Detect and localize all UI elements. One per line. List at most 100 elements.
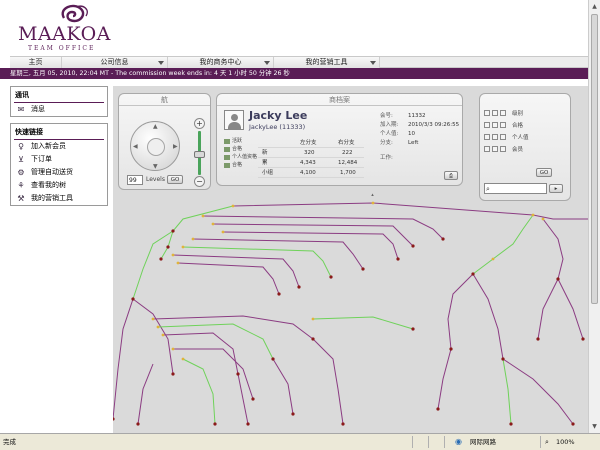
sidebar-item-label: 加入新会员 xyxy=(31,142,66,150)
volume-table: 左分支 右分支 新 320 222 累 4,343 12,484 小组 4,10… xyxy=(258,138,364,178)
zoom-slider-thumb[interactable] xyxy=(194,151,205,158)
zoom-out-button[interactable]: − xyxy=(194,176,205,187)
profile-panel: 商档案 Jacky Lee JackyLee (11333) 活跃 合格 个人值… xyxy=(216,93,463,186)
levels-label: Levels xyxy=(146,176,165,183)
filter-checkbox[interactable] xyxy=(484,134,490,140)
row-right: 1,700 xyxy=(340,170,356,176)
sidebar-item-add-member[interactable]: ♀ 加入新会员 xyxy=(11,140,107,153)
zoom-in-button[interactable]: + xyxy=(194,118,205,129)
levels-input[interactable]: 99 xyxy=(127,175,143,185)
filter-checkbox[interactable] xyxy=(492,122,498,128)
maakoa-logo[interactable]: MAAKOA TEAM OFFICE xyxy=(18,4,128,52)
filter-go-button[interactable]: GO xyxy=(536,168,552,177)
sidebar: 通讯 ✉ 消息 快速链接 ♀ 加入新会员 ⊻ 下订单 ⚙ 管理自动送货 ⚘ 查看… xyxy=(10,86,108,212)
search-go-button[interactable]: ▸ xyxy=(549,184,563,193)
pan-left-icon[interactable]: ◀ xyxy=(133,143,138,150)
chevron-down-icon xyxy=(158,61,164,65)
pan-control[interactable]: ▲ ▼ ◀ ▶ xyxy=(130,121,180,171)
levels-go-button[interactable]: GO xyxy=(167,175,183,184)
printer-icon[interactable]: ⎙ xyxy=(444,171,458,180)
divider xyxy=(444,436,445,448)
row-left: 320 xyxy=(304,150,315,156)
genealogy-tree[interactable] xyxy=(113,199,588,433)
filter-checkbox[interactable] xyxy=(484,110,490,116)
filter-panel: 级别 合格 个人值 会员 GO ⌕ ▸ xyxy=(479,93,571,201)
info-value: Left xyxy=(408,140,419,146)
filter-label: 个人值 xyxy=(512,135,529,141)
legend-label: 个人值资格 xyxy=(232,154,258,160)
scrollbar-thumb[interactable] xyxy=(591,14,598,304)
navigation-panel: 航 ▲ ▼ ◀ ▶ + − 99 Levels GO xyxy=(118,93,211,190)
sidebar-item-messages[interactable]: ✉ 消息 xyxy=(11,103,107,116)
row-right: 222 xyxy=(342,150,353,156)
sidebar-item-label: 管理自动送货 xyxy=(31,168,73,176)
chevron-down-icon xyxy=(264,61,270,65)
pan-center-button[interactable] xyxy=(147,138,165,156)
member-name: Jacky Lee xyxy=(249,109,308,122)
cart-icon: ⊻ xyxy=(18,155,24,164)
svg-text:TEAM OFFICE: TEAM OFFICE xyxy=(28,45,95,52)
info-value: 11332 xyxy=(408,113,426,119)
gear-icon: ⚙ xyxy=(17,168,25,177)
sidebar-item-marketing-tools[interactable]: ⚒ 我的营销工具 xyxy=(11,192,107,205)
pan-down-icon[interactable]: ▼ xyxy=(153,163,158,170)
tree-canvas[interactable] xyxy=(113,199,588,433)
info-row-join-date: 加入期: 2010/3/3 09:26:55 xyxy=(380,121,459,130)
sidebar-item-view-tree[interactable]: ⚘ 查看我的树 xyxy=(11,179,107,192)
nav-home[interactable]: 主页 xyxy=(10,57,62,68)
filter-label: 合格 xyxy=(512,123,524,129)
legend-qualified: 合格 xyxy=(224,146,242,153)
filter-checkbox[interactable] xyxy=(492,110,498,116)
legend-swatch xyxy=(224,155,230,160)
info-label: 加入期: xyxy=(380,122,399,128)
quick-links-box: 快速链接 ♀ 加入新会员 ⊻ 下订单 ⚙ 管理自动送货 ⚘ 查看我的树 ⚒ 我的… xyxy=(10,123,108,206)
quick-links-title: 快速链接 xyxy=(15,128,43,136)
filter-checkbox[interactable] xyxy=(484,122,490,128)
zoom-control: + − xyxy=(194,118,206,188)
collapse-icon[interactable]: ▴ xyxy=(369,193,376,198)
vertical-scrollbar[interactable]: ▲ ▼ xyxy=(588,0,600,433)
legend-swatch xyxy=(224,163,230,168)
genealogy-viewer: 航 ▲ ▼ ◀ ▶ + − 99 Levels GO 商档案 Jacky Lee… xyxy=(113,86,588,433)
row-label: 新 xyxy=(262,150,268,156)
divider xyxy=(412,436,413,448)
sidebar-item-label: 下订单 xyxy=(31,155,52,163)
sidebar-item-autoship[interactable]: ⚙ 管理自动送货 xyxy=(11,166,107,179)
nav-company-info-label: 公司信息 xyxy=(100,58,129,66)
tools-icon: ⚒ xyxy=(17,194,25,203)
notice-box-title: 通讯 xyxy=(15,91,29,99)
info-label: 会号: xyxy=(380,113,393,119)
pan-right-icon[interactable]: ▶ xyxy=(173,143,178,150)
filter-checkbox[interactable] xyxy=(500,146,506,152)
table-row: 小组 4,100 1,700 xyxy=(258,168,364,178)
divider xyxy=(540,436,541,448)
legend-swatch xyxy=(224,147,230,152)
pan-up-icon[interactable]: ▲ xyxy=(153,123,158,130)
chevron-down-icon xyxy=(370,61,376,65)
scroll-up-icon[interactable]: ▲ xyxy=(590,1,599,12)
scroll-down-icon[interactable]: ▼ xyxy=(590,421,599,432)
filter-checkbox[interactable] xyxy=(484,146,490,152)
search-icon: ⌕ xyxy=(486,185,490,193)
filter-checkbox[interactable] xyxy=(500,122,506,128)
search-input[interactable]: ⌕ xyxy=(484,183,547,194)
info-row-id: 会号: 11332 xyxy=(380,112,459,121)
status-text: 完成 xyxy=(3,438,16,446)
nav-business-center[interactable]: 我的商务中心 xyxy=(168,57,274,68)
member-info: 会号: 11332 加入期: 2010/3/3 09:26:55 个人值: 10 分支… xyxy=(380,112,459,163)
sidebar-item-label: 消息 xyxy=(31,105,45,113)
sidebar-item-place-order[interactable]: ⊻ 下订单 xyxy=(11,153,107,166)
zoom-level[interactable]: 100% xyxy=(556,434,575,450)
legend-label: 合格 xyxy=(232,146,243,152)
volume-header-left: 左分支 xyxy=(300,140,317,146)
main-nav: 主页 公司信息 我的商务中心 我的营销工具 xyxy=(10,56,588,68)
info-label: 个人值: xyxy=(380,131,399,137)
info-value: 2010/3/3 09:26:55 xyxy=(408,122,460,128)
filter-checkbox[interactable] xyxy=(492,134,498,140)
table-row: 新 320 222 xyxy=(258,148,364,158)
filter-checkbox[interactable] xyxy=(492,146,498,152)
filter-checkbox[interactable] xyxy=(500,134,506,140)
filter-checkbox[interactable] xyxy=(500,110,506,116)
nav-company-info[interactable]: 公司信息 xyxy=(62,57,168,68)
nav-marketing-tools[interactable]: 我的营销工具 xyxy=(274,57,380,68)
